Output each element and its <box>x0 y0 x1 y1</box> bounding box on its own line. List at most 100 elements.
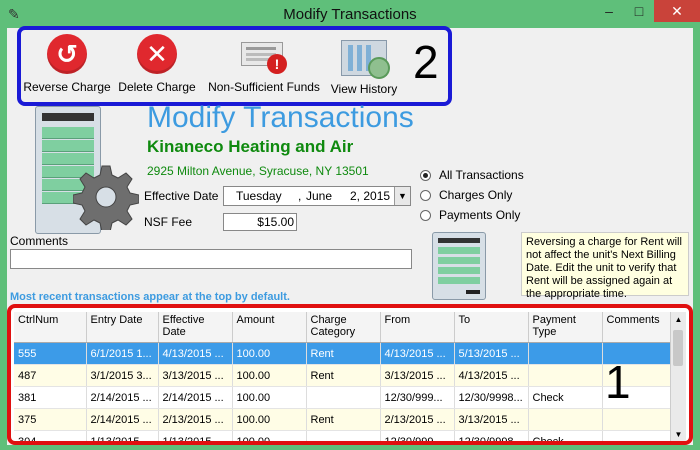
grid-scrollbar[interactable]: ▲ ▼ <box>670 312 686 441</box>
column-header[interactable]: Effective Date <box>158 312 233 343</box>
radio-label: Charges Only <box>439 188 513 202</box>
column-header[interactable]: Charge Category <box>306 312 381 343</box>
delete-icon: ✕ <box>137 34 177 74</box>
history-icon <box>341 40 390 79</box>
table-cell: 4/13/2015 ... <box>380 342 455 365</box>
effective-date-picker[interactable]: Tuesday , June 2, 2015 ▼ <box>223 186 411 206</box>
scroll-down-icon[interactable]: ▼ <box>671 427 686 441</box>
radio-label: Payments Only <box>439 208 521 222</box>
delete-charge-button[interactable]: ✕ Delete Charge <box>115 32 199 94</box>
date-day-year[interactable]: 2, 2015 <box>350 189 390 203</box>
maximize-button[interactable]: □ <box>624 0 654 22</box>
table-cell: 4/13/2015 ... <box>454 364 529 387</box>
nsf-fee-input[interactable]: $15.00 <box>223 213 297 231</box>
table-cell <box>528 342 603 365</box>
ledger-small-icon <box>432 232 486 300</box>
table-cell <box>306 430 381 441</box>
table-cell <box>306 386 381 409</box>
table-cell: 1/13/2015 ... <box>158 430 233 441</box>
column-header[interactable]: Entry Date <box>86 312 159 343</box>
radio-payments-only[interactable]: Payments Only <box>420 208 520 222</box>
table-cell: 5/13/2015 ... <box>454 342 529 365</box>
column-header[interactable]: Amount <box>232 312 307 343</box>
table-cell: Check <box>528 386 603 409</box>
app-window: ✎ Modify Transactions – □ ✕ ↺ Reverse Ch… <box>0 0 700 450</box>
bounced-check-icon: ! <box>241 40 287 74</box>
transactions-grid[interactable]: CtrlNum Entry Date Effective Date Amount… <box>14 312 677 441</box>
date-month[interactable]: June <box>306 189 332 203</box>
table-cell: 3/1/2015 3... <box>86 364 159 387</box>
table-cell: 4/13/2015 ... <box>158 342 233 365</box>
effective-date-label: Effective Date <box>144 189 219 203</box>
comments-input[interactable] <box>10 249 412 269</box>
table-cell: 487 <box>14 364 87 387</box>
table-row[interactable]: 487 3/1/2015 3... 3/13/2015 ... 100.00 Rent 3… <box>14 364 677 387</box>
table-row[interactable]: 555 6/1/2015 1... 4/13/2015 ... 100.00 Rent 4… <box>14 342 677 365</box>
scroll-up-icon[interactable]: ▲ <box>671 312 686 326</box>
sort-hint: Most recent transactions appear at the t… <box>10 291 290 303</box>
nsf-fee-label: NSF Fee <box>144 215 193 229</box>
table-cell: 1/13/2015 ... <box>86 430 159 441</box>
view-history-button[interactable]: View History <box>327 32 401 96</box>
radio-all-transactions[interactable]: All Transactions <box>420 168 524 182</box>
callout-number-2: 2 <box>413 36 439 88</box>
table-cell: 2/14/2015 ... <box>86 408 159 431</box>
toolbar: ↺ Reverse Charge ✕ Delete Charge ! Non-S… <box>17 26 452 106</box>
reverse-charge-button[interactable]: ↺ Reverse Charge <box>21 32 113 94</box>
table-cell: 3/13/2015 ... <box>454 408 529 431</box>
table-cell: 100.00 <box>232 430 307 441</box>
close-button[interactable]: ✕ <box>654 0 700 22</box>
table-cell <box>528 408 603 431</box>
table-cell: 100.00 <box>232 342 307 365</box>
radio-indicator <box>420 169 431 181</box>
table-cell: 12/30/999... <box>380 430 455 441</box>
info-note: Reversing a charge for Rent will not aff… <box>521 232 689 300</box>
table-cell: 304 <box>14 430 87 441</box>
radio-label: All Transactions <box>439 168 524 182</box>
nsf-label: Non-Sufficient Funds <box>208 80 320 94</box>
window-controls: – □ ✕ <box>594 0 700 22</box>
table-cell: 12/30/9998... <box>454 430 529 441</box>
table-cell: 100.00 <box>232 364 307 387</box>
comments-label: Comments <box>10 234 69 248</box>
date-dropdown-button[interactable]: ▼ <box>394 187 410 205</box>
radio-charges-only[interactable]: Charges Only <box>420 188 512 202</box>
table-cell: Rent <box>306 364 381 387</box>
table-cell <box>602 430 677 441</box>
table-cell: 3/13/2015 ... <box>380 364 455 387</box>
column-header[interactable]: Payment Type <box>528 312 603 343</box>
date-separator: , <box>298 189 302 203</box>
client-area: ↺ Reverse Charge ✕ Delete Charge ! Non-S… <box>7 26 693 445</box>
table-cell: Check <box>528 430 603 441</box>
column-header[interactable]: CtrlNum <box>14 312 87 343</box>
company-address: 2925 Milton Avenue, Syracuse, NY 13501 <box>147 164 369 178</box>
table-cell: 381 <box>14 386 87 409</box>
table-cell: 100.00 <box>232 408 307 431</box>
radio-indicator <box>420 189 431 201</box>
reverse-charge-label: Reverse Charge <box>23 80 111 94</box>
radio-indicator <box>420 209 431 221</box>
callout-number-1: 1 <box>605 356 631 408</box>
company-name: Kinaneco Heating and Air <box>147 137 354 156</box>
table-cell: 375 <box>14 408 87 431</box>
column-header[interactable]: Comments <box>602 312 677 343</box>
table-cell: Rent <box>306 342 381 365</box>
view-history-label: View History <box>330 82 398 96</box>
table-cell <box>602 408 677 431</box>
grid-header-row: CtrlNum Entry Date Effective Date Amount… <box>14 312 677 343</box>
title-bar[interactable]: ✎ Modify Transactions – □ ✕ <box>0 0 700 28</box>
column-header[interactable]: To <box>454 312 529 343</box>
minimize-button[interactable]: – <box>594 0 624 22</box>
table-cell: 12/30/9998... <box>454 386 529 409</box>
nsf-button[interactable]: ! Non-Sufficient Funds <box>204 32 324 94</box>
table-row[interactable]: 304 1/13/2015 ... 1/13/2015 ... 100.00 12/30… <box>14 430 677 441</box>
date-weekday[interactable]: Tuesday <box>236 189 282 203</box>
table-cell: 6/1/2015 1... <box>86 342 159 365</box>
table-cell: 2/14/2015 ... <box>86 386 159 409</box>
table-cell: 12/30/999... <box>380 386 455 409</box>
table-cell: 3/13/2015 ... <box>158 364 233 387</box>
column-header[interactable]: From <box>380 312 455 343</box>
table-row[interactable]: 375 2/14/2015 ... 2/13/2015 ... 100.00 Rent 2… <box>14 408 677 431</box>
scroll-thumb[interactable] <box>673 330 683 366</box>
table-row[interactable]: 381 2/14/2015 ... 2/14/2015 ... 100.00 12/30… <box>14 386 677 409</box>
